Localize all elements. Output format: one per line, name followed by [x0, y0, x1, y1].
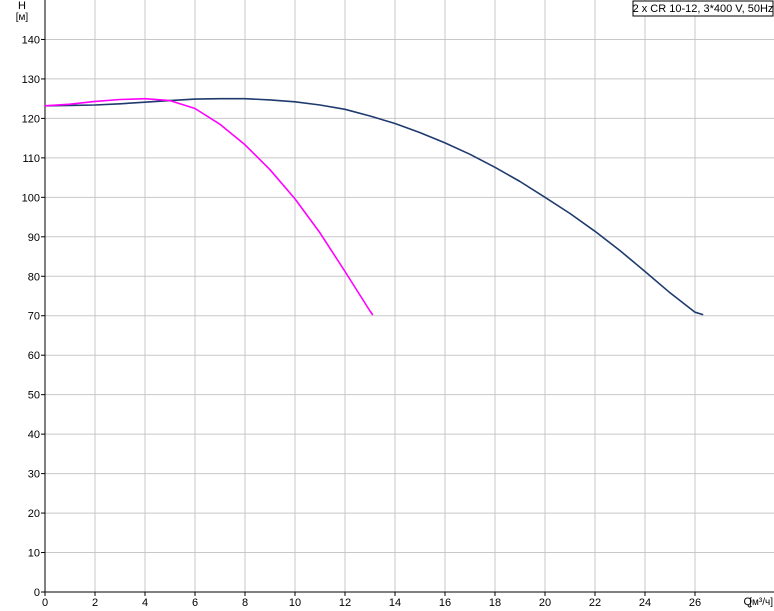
pump-curve-chart: 01020304050607080901001101201301400 2 4 6 8 1… — [0, 0, 774, 611]
x-tick-label: 10 — [289, 597, 301, 609]
y-axis-label: H — [18, 0, 26, 12]
x-tick-label: 0 — [42, 597, 48, 609]
x-tick-label: 24 — [639, 597, 651, 609]
y-tick-label: 110 — [22, 153, 40, 165]
y-tick-label: 60 — [28, 350, 40, 362]
x-tick-label: 4 — [142, 597, 148, 609]
y-tick-label: 40 — [28, 429, 40, 441]
y-tick-label: 70 — [28, 311, 40, 323]
y-tick-label: 20 — [28, 508, 40, 520]
y-tick-label: 0 — [34, 587, 40, 599]
x-tick-label: 14 — [389, 597, 401, 609]
y-tick-label: 120 — [22, 113, 40, 125]
y-tick-label: 90 — [28, 232, 40, 244]
x-tick-label: 26 — [689, 597, 701, 609]
legend-box: 2 x CR 10-12, 3*400 V, 50Hz — [632, 0, 774, 17]
x-tick-label: 6 — [192, 597, 198, 609]
y-tick-label: 130 — [22, 74, 40, 86]
y-tick-label: 100 — [22, 192, 40, 204]
legend-label: 2 x CR 10-12, 3*400 V, 50Hz — [633, 3, 774, 15]
y-axis-unit: [м] — [16, 12, 29, 23]
y-tick-label: 50 — [28, 390, 40, 402]
x-tick-label: 8 — [242, 597, 248, 609]
y-tick-label: 140 — [22, 34, 40, 46]
x-tick-label: 20 — [539, 597, 551, 609]
x-tick-label: 22 — [589, 597, 601, 609]
x-tick-label: 2 — [92, 597, 98, 609]
x-tick-label: 18 — [489, 597, 501, 609]
y-tick-label: 30 — [28, 469, 40, 481]
y-tick-label: 10 — [28, 548, 40, 560]
chart-background — [0, 0, 774, 611]
x-axis-unit: [м³/ч] — [749, 597, 773, 608]
x-tick-label: 16 — [439, 597, 451, 609]
y-tick-label: 80 — [28, 271, 40, 283]
x-tick-label: 12 — [339, 597, 351, 609]
